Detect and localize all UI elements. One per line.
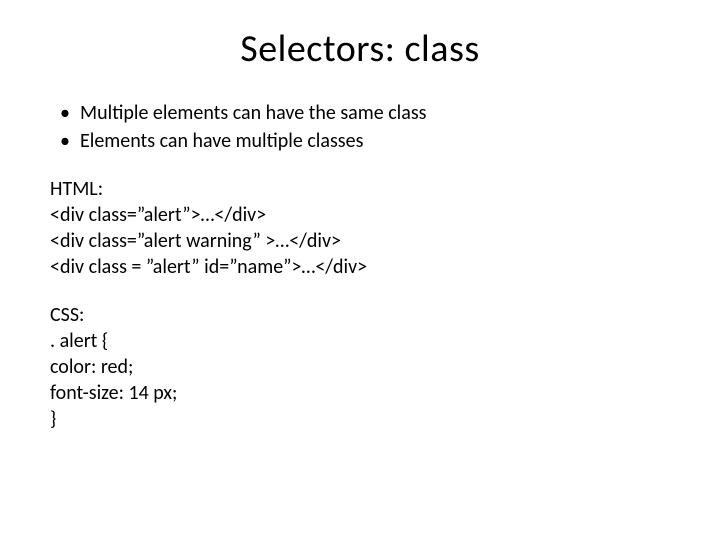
code-line: <div class = ”alert” id=”name”>…</div> <box>50 254 670 280</box>
slide-title: Selectors: class <box>50 26 670 72</box>
bullet-list: Multiple elements can have the same clas… <box>50 100 670 154</box>
code-line: <div class=”alert warning” >…</div> <box>50 228 670 254</box>
slide: Selectors: class Multiple elements can h… <box>0 0 720 540</box>
code-line: color: red; <box>50 354 670 380</box>
code-line: font-size: 14 px; <box>50 380 670 406</box>
html-heading: HTML: <box>50 176 670 202</box>
bullet-item: Multiple elements can have the same clas… <box>50 100 670 126</box>
bullet-item: Elements can have multiple classes <box>50 128 670 154</box>
html-example-block: HTML: <div class=”alert”>…</div> <div cl… <box>50 176 670 280</box>
css-example-block: CSS: . alert { color: red; font-size: 14… <box>50 302 670 432</box>
code-line: } <box>50 406 670 432</box>
code-line: <div class=”alert”>…</div> <box>50 202 670 228</box>
code-line: . alert { <box>50 328 670 354</box>
css-heading: CSS: <box>50 302 670 328</box>
